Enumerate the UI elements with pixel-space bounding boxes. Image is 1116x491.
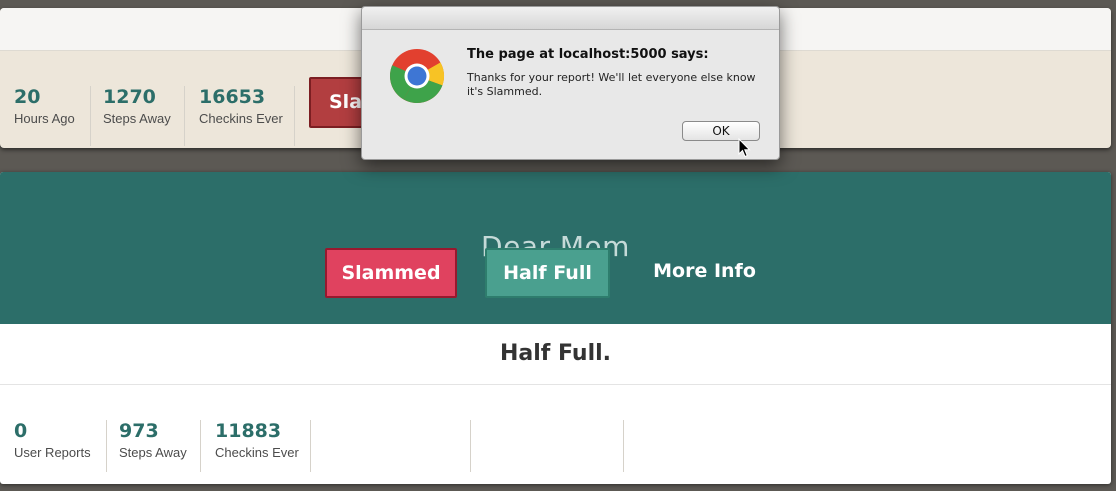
top-stat-hours-ago: 20 Hours Ago — [14, 86, 91, 146]
stat-label: Hours Ago — [14, 111, 75, 126]
dialog-title: The page at localhost:5000 says: — [467, 47, 709, 62]
divider — [623, 420, 624, 472]
top-stat-checkins-ever: 16653 Checkins Ever — [199, 86, 295, 146]
stat-checkins-ever: 11883 Checkins Ever — [215, 420, 311, 472]
status-row: Half Full. — [0, 324, 1111, 385]
place-status: Half Full. — [499, 341, 612, 366]
stat-steps-away: 973 Steps Away — [119, 420, 201, 472]
divider — [470, 420, 471, 472]
half-full-button[interactable]: Half Full — [485, 248, 610, 298]
stat-label: Steps Away — [119, 445, 187, 460]
more-info-button[interactable]: More Info — [638, 247, 771, 295]
stat-value: 0 — [14, 420, 28, 442]
mouse-cursor-icon — [738, 138, 751, 158]
slammed-button[interactable]: Slammed — [325, 248, 457, 298]
top-stat-steps-away: 1270 Steps Away — [103, 86, 185, 146]
stat-label: Checkins Ever — [199, 111, 283, 126]
stat-value: 1270 — [103, 86, 156, 108]
stat-label: User Reports — [14, 445, 91, 460]
stat-value: 16653 — [199, 86, 266, 108]
stat-value: 973 — [119, 420, 159, 442]
alert-dialog: The page at localhost:5000 says: Thanks … — [361, 6, 780, 160]
dialog-message: Thanks for your report! We'll let everyo… — [467, 71, 756, 98]
stat-label: Checkins Ever — [215, 445, 299, 460]
stat-label: Steps Away — [103, 111, 171, 126]
stat-value: 11883 — [215, 420, 282, 442]
stat-user-reports: 0 User Reports — [14, 420, 107, 472]
dialog-title-bar — [362, 7, 779, 30]
chrome-logo-icon — [389, 49, 445, 104]
stat-value: 20 — [14, 86, 41, 108]
